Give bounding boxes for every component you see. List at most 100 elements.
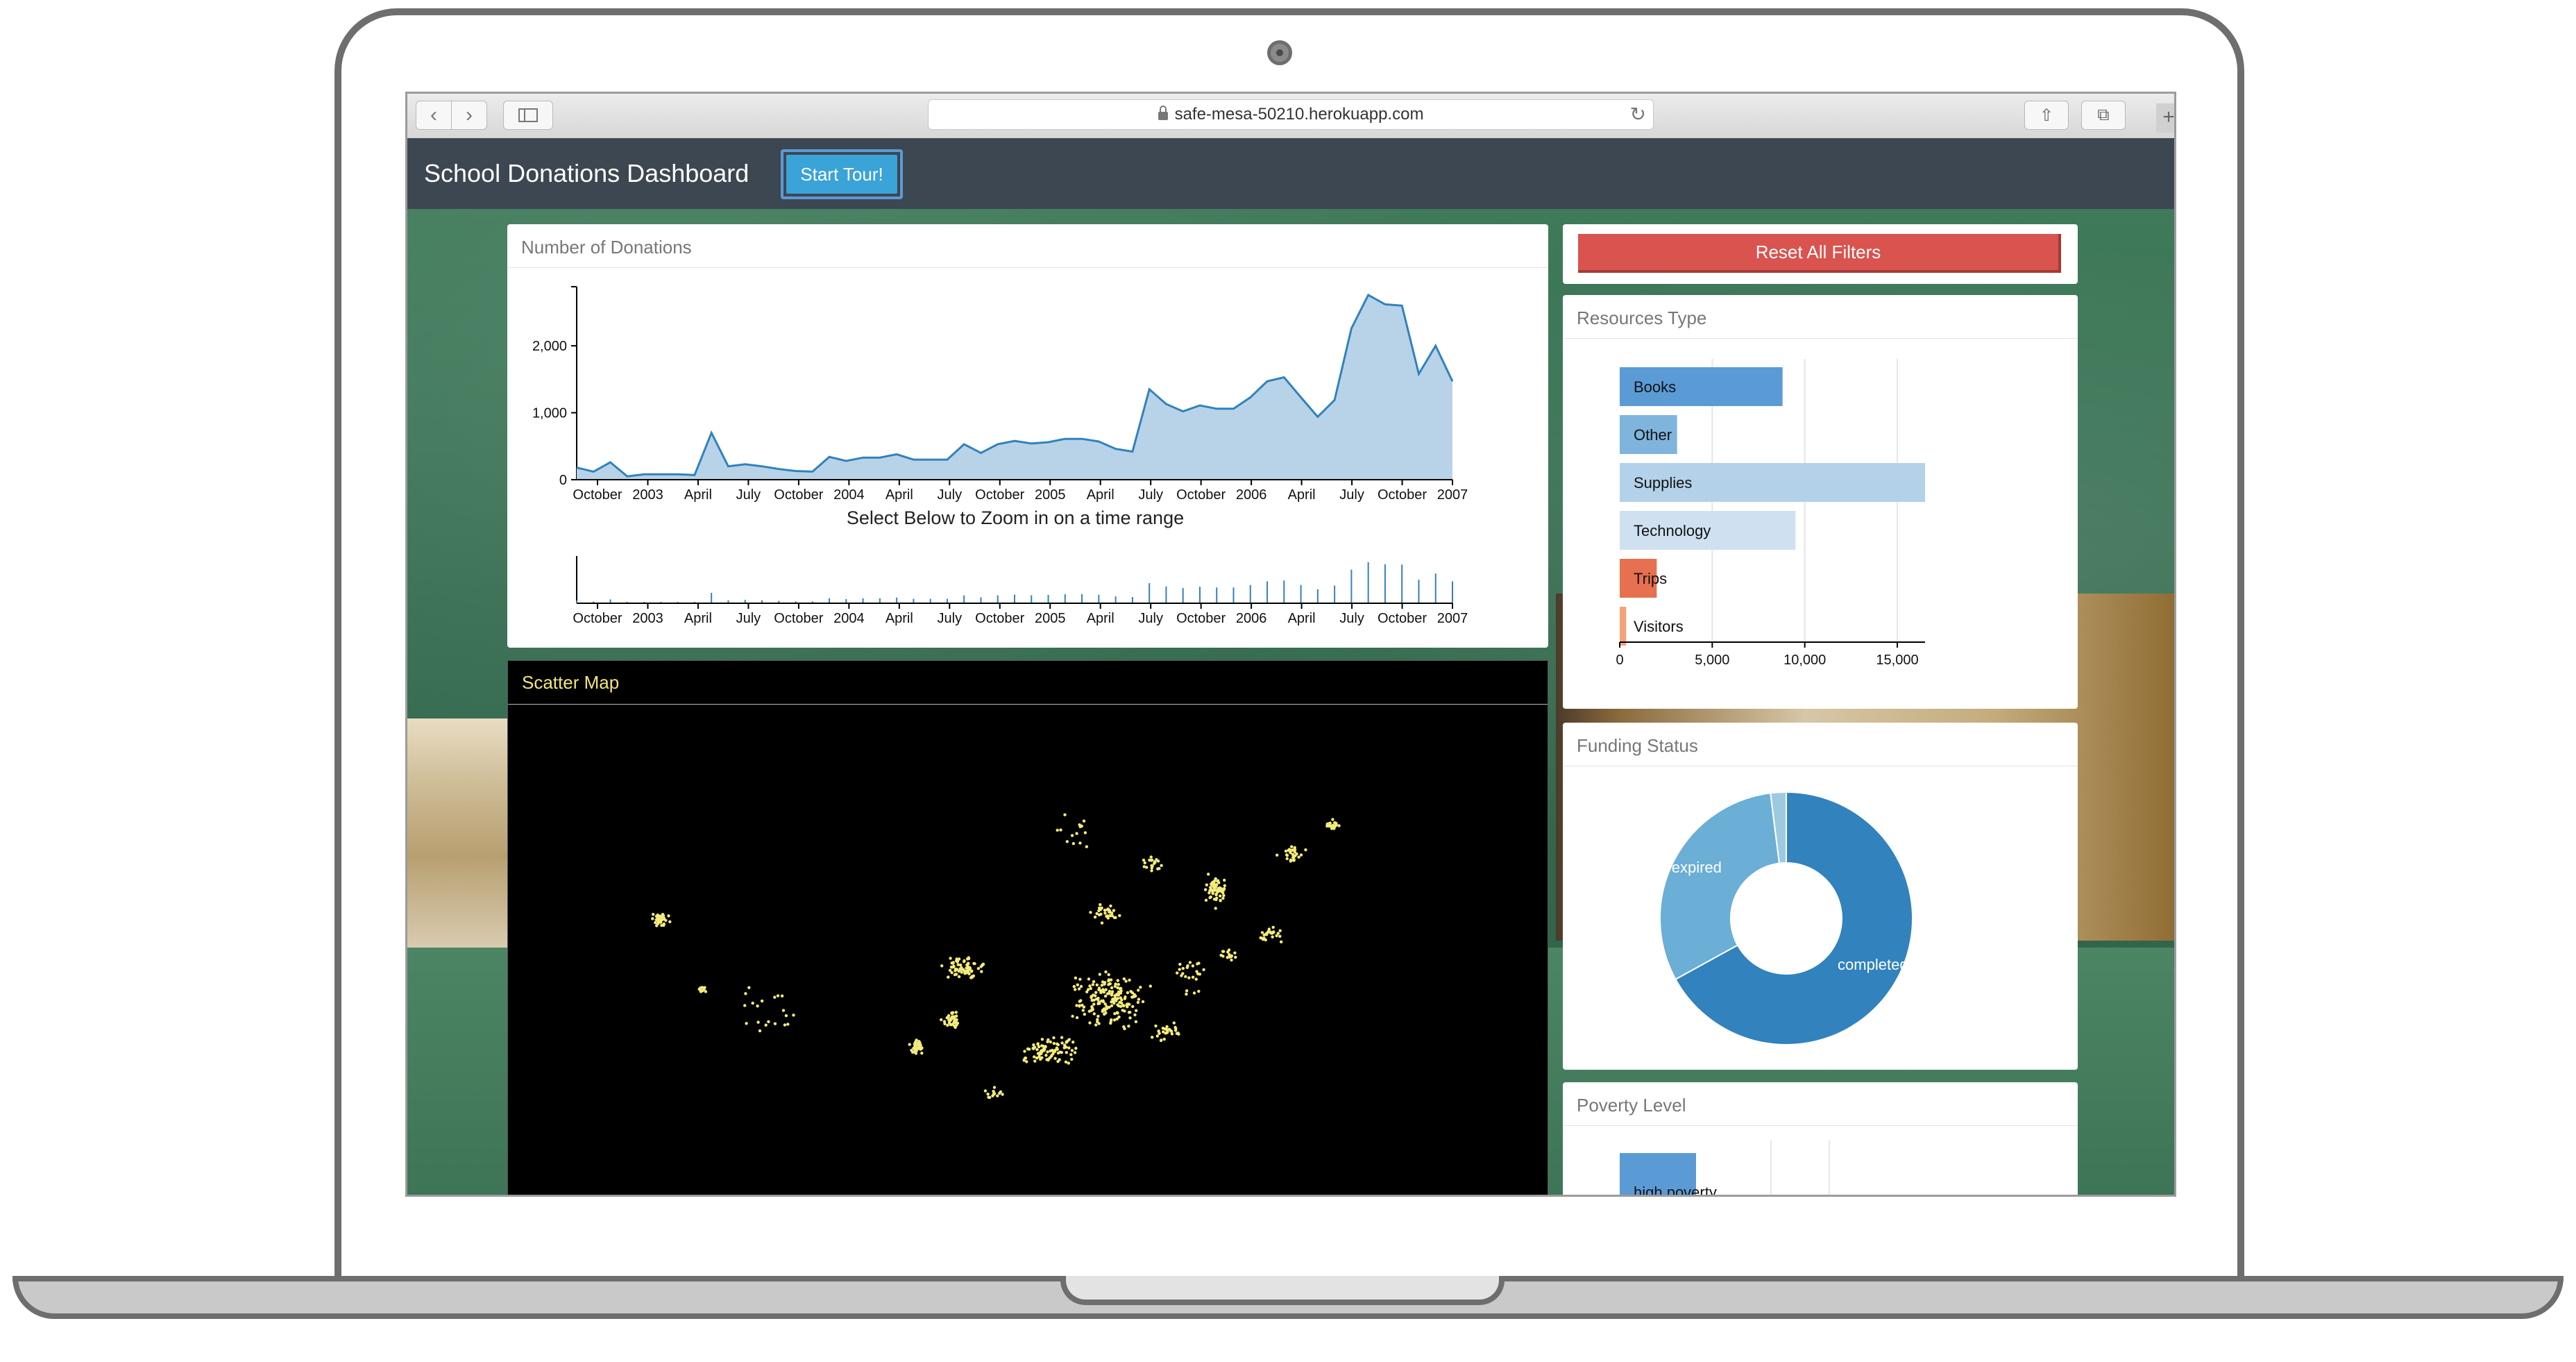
- scatter-point: [1211, 890, 1214, 893]
- x-tick-label: October: [1176, 487, 1226, 503]
- scatter-point: [1113, 1012, 1117, 1016]
- scatter-point: [1126, 991, 1130, 995]
- scatter-point: [1134, 994, 1137, 998]
- scatter-point: [1099, 903, 1102, 907]
- sidebar-toggle-button[interactable]: [503, 101, 553, 130]
- scatter-point: [1070, 834, 1074, 837]
- screen: ‹ › safe-mesa-50210.herokuapp.com ↻ ⇧ ⧉ …: [405, 92, 2176, 1197]
- bar-label-supplies: Supplies: [1634, 474, 1692, 491]
- bar-visitors: [1620, 607, 1627, 646]
- x-tick-label: July: [1339, 611, 1364, 626]
- x-tick-label: 10,000: [1783, 653, 1826, 668]
- scatter-point: [1272, 930, 1276, 934]
- scatter-point: [1214, 893, 1218, 897]
- scatter-point: [1203, 888, 1208, 891]
- scatter-point: [1128, 978, 1131, 982]
- scatter-point: [1037, 1055, 1041, 1059]
- scatter-point: [703, 986, 706, 989]
- scatter-point: [1093, 915, 1097, 919]
- scatter-point: [656, 916, 660, 919]
- x-tick-label: October: [573, 611, 622, 626]
- scatter-point: [1069, 1053, 1073, 1057]
- scatter-point: [1082, 819, 1086, 823]
- scatter-point: [1052, 1036, 1056, 1040]
- scatter-point: [1149, 855, 1153, 859]
- x-tick-label: April: [1087, 487, 1115, 503]
- donations-area-chart[interactable]: 0 1,000 2,000 October 2003 April July October 2…: [507, 224, 1548, 648]
- back-button[interactable]: ‹: [416, 101, 452, 130]
- scatter-point: [1221, 896, 1225, 900]
- scatter-point: [1104, 970, 1108, 974]
- new-tab-button[interactable]: +: [2156, 103, 2174, 133]
- brush-chart[interactable]: [576, 556, 1453, 603]
- scatter-point: [1097, 1000, 1101, 1004]
- scatter-point: [1116, 979, 1119, 982]
- scatter-point: [1028, 1048, 1031, 1051]
- scatter-point: [756, 1004, 759, 1008]
- scatter-point: [999, 1090, 1003, 1093]
- scatter-point: [1092, 1002, 1096, 1006]
- scatter-point: [659, 914, 663, 918]
- share-button[interactable]: ⇧: [2024, 101, 2069, 130]
- x-tick-label: 2004: [833, 611, 865, 626]
- x-tick-label: 2005: [1035, 611, 1066, 626]
- x-axis: October 2003 April July October 2004 April July…: [573, 479, 1468, 503]
- scatter-point: [955, 957, 958, 961]
- y-tick-label: 1,000: [532, 406, 567, 421]
- scatter-point: [996, 1094, 999, 1098]
- scatter-point: [1118, 1000, 1121, 1004]
- scatter-point: [792, 1014, 795, 1017]
- x-tick-label: 15,000: [1876, 653, 1918, 668]
- scatter-point: [951, 961, 955, 965]
- reload-icon[interactable]: ↻: [1630, 103, 1646, 126]
- scatter-point: [940, 1018, 943, 1022]
- x-tick-label: October: [573, 487, 622, 503]
- scatter-point: [1222, 887, 1226, 891]
- resources-bar-chart[interactable]: Books Other Supplies Technology Trips Visitor…: [1563, 295, 2078, 709]
- scatter-point: [1155, 1034, 1159, 1038]
- scatter-point: [1094, 1023, 1098, 1027]
- scatter-point: [1077, 987, 1081, 991]
- scatter-point: [1123, 997, 1127, 1000]
- scatter-point: [1108, 911, 1112, 914]
- scatter-point: [756, 1020, 760, 1024]
- scatter-point: [1160, 864, 1163, 867]
- poverty-bar-chart[interactable]: high poverty: [1563, 1082, 2078, 1197]
- scatter-point: [1040, 1056, 1044, 1059]
- scatter-point: [1185, 966, 1189, 969]
- funding-panel: Funding Status completed expired: [1563, 723, 2078, 1070]
- scatter-point: [1176, 971, 1179, 975]
- funding-donut-chart[interactable]: completed expired: [1563, 723, 2078, 1070]
- scatter-point: [760, 999, 764, 1003]
- scatter-point: [1223, 884, 1227, 887]
- scatter-point: [1085, 845, 1088, 848]
- scatter-point: [654, 920, 657, 925]
- scatter-point: [1046, 1040, 1049, 1043]
- address-bar[interactable]: safe-mesa-50210.herokuapp.com ↻: [928, 99, 1654, 130]
- scatter-point: [1219, 899, 1222, 902]
- scatter-point: [1056, 828, 1059, 832]
- scatter-point: [1331, 818, 1334, 821]
- scatter-point: [1131, 1004, 1135, 1009]
- scatter-point: [912, 1050, 915, 1054]
- scatter-point: [1060, 1041, 1064, 1045]
- scatter-point: [1094, 991, 1098, 994]
- scatter-point: [1150, 869, 1153, 873]
- reset-all-filters-button[interactable]: Reset All Filters: [1578, 234, 2061, 273]
- scatter-point: [1325, 822, 1329, 826]
- scatter-point: [1292, 858, 1296, 861]
- y-tick-label: 2,000: [532, 339, 567, 354]
- scatter-point: [1052, 1041, 1056, 1045]
- tabs-button[interactable]: ⧉: [2081, 101, 2126, 130]
- scatter-point: [1064, 1060, 1068, 1063]
- scatter-point: [1108, 1005, 1111, 1009]
- scatter-map[interactable]: [508, 705, 1549, 1197]
- scatter-point: [699, 989, 703, 993]
- scatter-point: [1278, 929, 1282, 932]
- forward-button[interactable]: ›: [452, 101, 487, 130]
- start-tour-button[interactable]: Start Tour!: [781, 149, 903, 199]
- scatter-point: [786, 1023, 790, 1026]
- scatter-point: [1100, 984, 1104, 987]
- scatter-point: [1078, 823, 1081, 827]
- scatter-point: [1107, 973, 1110, 977]
